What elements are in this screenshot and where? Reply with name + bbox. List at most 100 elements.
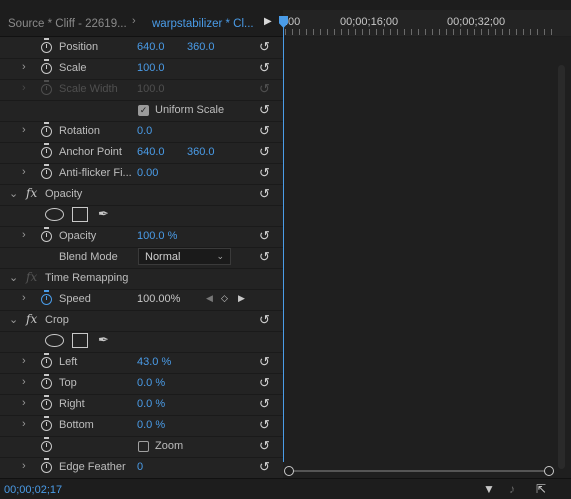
reset-icon[interactable]: ↺ [259,40,273,53]
anti-flicker-value[interactable]: 0.00 [137,167,158,179]
stopwatch-icon[interactable] [41,374,52,389]
ruler-ticks [285,29,555,35]
timeline-ruler[interactable]: :00 00;00;16;00 00;00;32;00 [283,10,571,36]
chevron-right-icon[interactable]: › [22,418,26,430]
position-x-value[interactable]: 640.0 [137,41,165,53]
edge-feather-value[interactable]: 0 [137,461,143,473]
effect-controls-panel: Position 640.0 360.0 ↺ › Scale 100.0 ↺ ›… [0,37,283,479]
stopwatch-icon[interactable] [41,227,52,242]
reset-icon[interactable]: ↺ [259,103,273,116]
chevron-right-icon[interactable]: › [22,229,26,241]
property-row-uniform-scale: ✓ Uniform Scale ↺ [0,100,283,122]
chevron-down-icon[interactable]: ⌄ [9,313,18,326]
rectangle-mask-icon[interactable] [72,333,88,348]
reset-icon: ↺ [259,81,270,96]
property-row-left: › Left 43.0 % ↺ [0,352,283,374]
tab-clip[interactable]: warpstabilizer * Cl... [152,18,254,30]
position-y-value[interactable]: 360.0 [187,41,215,53]
rotation-value[interactable]: 0.0 [137,125,152,137]
property-row-rotation: › Rotation 0.0 ↺ [0,121,283,143]
property-label: Anchor Point [59,146,122,158]
anchor-x-value[interactable]: 640.0 [137,146,165,158]
rectangle-mask-icon[interactable] [72,207,88,222]
stopwatch-icon[interactable] [41,353,52,368]
property-label: Anti-flicker Fi... [59,167,132,179]
zoom-checkbox[interactable] [138,441,149,452]
reset-icon[interactable]: ↺ [259,229,273,242]
export-icon[interactable]: ⇱ [536,482,546,496]
blend-mode-select[interactable]: Normal ⌄ [138,248,231,265]
uniform-scale-checkbox[interactable]: ✓ [138,105,149,116]
stopwatch-icon[interactable] [41,416,52,431]
fx-icon[interactable]: fx [26,186,37,200]
stopwatch-icon[interactable] [41,143,52,158]
chevron-right-icon[interactable]: › [22,166,26,178]
stopwatch-icon[interactable] [41,59,52,74]
fx-icon[interactable]: fx [26,312,37,326]
reset-icon[interactable]: ↺ [259,187,273,200]
property-label: Edge Feather [59,461,126,473]
left-value[interactable]: 43.0 % [137,356,171,368]
reset-icon[interactable]: ↺ [259,145,273,158]
chevron-right-icon[interactable]: › [132,15,136,27]
play-icon[interactable]: ▶ [264,16,272,27]
ellipse-mask-icon[interactable] [45,208,64,221]
reset-icon[interactable]: ↺ [259,355,273,368]
bottom-value[interactable]: 0.0 % [137,419,165,431]
top-value[interactable]: 0.0 % [137,377,165,389]
right-value[interactable]: 0.0 % [137,398,165,410]
reset-icon[interactable]: ↺ [259,61,273,74]
next-keyframe-icon[interactable]: ▶ [238,293,245,304]
zoom-handle-start[interactable] [284,466,294,476]
stopwatch-icon[interactable] [41,290,52,305]
zoom-track[interactable] [290,470,546,472]
zoom-label: Zoom [155,440,184,452]
timeline-zoom-bar[interactable] [284,466,554,476]
property-row-position: Position 640.0 360.0 ↺ [0,37,283,59]
stopwatch-icon[interactable] [41,437,52,452]
reset-icon[interactable]: ↺ [259,397,273,410]
stopwatch-icon[interactable] [41,122,52,137]
stopwatch-icon[interactable] [41,38,52,53]
property-label: Left [59,356,78,368]
chevron-right-icon[interactable]: › [22,355,26,367]
chevron-down-icon[interactable]: ⌄ [9,271,18,284]
keyframe-timeline[interactable] [283,37,571,478]
reset-icon[interactable]: ↺ [259,124,273,137]
speed-value[interactable]: 100.00% [137,293,180,305]
reset-icon[interactable]: ↺ [259,250,273,263]
fx-icon: fx [26,270,38,284]
reset-icon[interactable]: ↺ [259,313,273,326]
zoom-handle-end[interactable] [544,466,554,476]
tab-source[interactable]: Source * Cliff - 22619... [8,18,127,30]
chevron-right-icon[interactable]: › [22,376,26,388]
audio-icon[interactable]: ♪ [509,482,515,496]
stopwatch-icon[interactable] [41,164,52,179]
pen-mask-icon[interactable]: ✒ [98,206,109,222]
reset-icon[interactable]: ↺ [259,376,273,389]
opacity-value[interactable]: 100.0 % [137,230,177,242]
chevron-right-icon[interactable]: › [22,397,26,409]
ruler-label: 00;00;32;00 [447,16,506,28]
scale-value[interactable]: 100.0 [137,62,165,74]
pen-mask-icon[interactable]: ✒ [98,332,109,348]
chevron-right-icon: › [22,82,26,94]
reset-icon[interactable]: ↺ [259,166,273,179]
prev-keyframe-icon[interactable]: ◀ [206,293,213,304]
chevron-right-icon[interactable]: › [22,61,26,73]
stopwatch-icon[interactable] [41,395,52,410]
ellipse-mask-icon[interactable] [45,334,64,347]
reset-icon[interactable]: ↺ [259,460,273,473]
current-timecode[interactable]: 00;00;02;17 [4,484,62,496]
chevron-right-icon[interactable]: › [22,292,26,304]
filter-icon[interactable]: ▼ [483,482,495,496]
stopwatch-icon[interactable] [41,458,52,473]
add-keyframe-icon[interactable]: ◇ [221,293,228,304]
timeline-scrollbar[interactable] [558,65,565,469]
anchor-y-value[interactable]: 360.0 [187,146,215,158]
reset-icon[interactable]: ↺ [259,439,273,452]
reset-icon[interactable]: ↺ [259,418,273,431]
chevron-down-icon[interactable]: ⌄ [9,187,18,200]
chevron-right-icon[interactable]: › [22,124,26,136]
chevron-right-icon[interactable]: › [22,460,26,472]
